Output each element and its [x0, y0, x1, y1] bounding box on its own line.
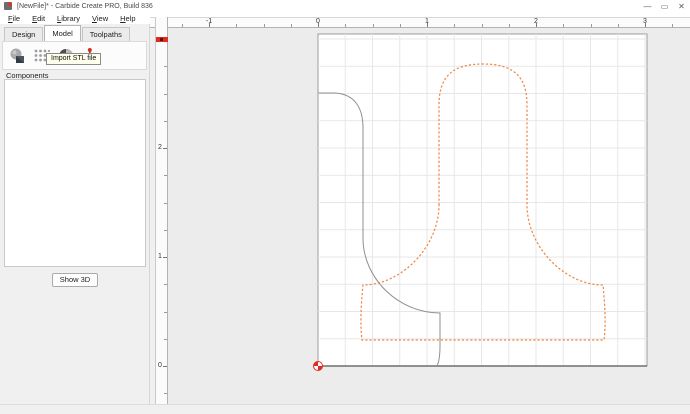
v-ruler: 210	[155, 17, 168, 404]
tab-bar: Design Model Toolpaths	[4, 25, 131, 41]
window-controls: — ▭ ✕	[639, 1, 690, 12]
menu-library[interactable]: Library	[57, 14, 80, 23]
show-3d-button[interactable]: Show 3D	[52, 273, 98, 287]
status-bar	[0, 404, 690, 414]
tab-design[interactable]: Design	[4, 27, 43, 41]
stock-area	[318, 34, 647, 366]
app-icon	[4, 2, 12, 10]
tab-model[interactable]: Model	[44, 25, 80, 41]
ruler-position-marker	[156, 37, 168, 42]
menu-file[interactable]: File	[8, 14, 20, 23]
design-canvas[interactable]	[168, 28, 690, 404]
menu-edit[interactable]: Edit	[32, 14, 45, 23]
menu-help[interactable]: Help	[120, 14, 135, 23]
title-bar: [NewFile]* - Carbide Create PRO, Build 8…	[0, 0, 690, 12]
window-title: [NewFile]* - Carbide Create PRO, Build 8…	[17, 3, 153, 10]
left-panel: Design Model Toolpaths	[0, 24, 150, 405]
h-ruler: -10123	[168, 17, 690, 28]
tooltip: Import STL file	[46, 53, 101, 65]
maximize-button[interactable]: ▭	[656, 1, 673, 12]
tab-toolpaths[interactable]: Toolpaths	[82, 27, 130, 41]
minimize-button[interactable]: —	[639, 1, 656, 12]
job-origin-marker[interactable]	[314, 362, 323, 371]
component-list[interactable]	[4, 79, 146, 267]
menu-view[interactable]: View	[92, 14, 108, 23]
close-button[interactable]: ✕	[673, 1, 690, 12]
add-component-icon[interactable]	[8, 45, 28, 67]
